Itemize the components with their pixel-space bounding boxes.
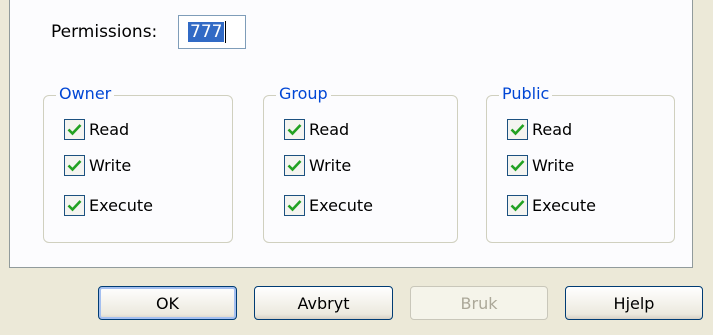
cancel-button[interactable]: Avbryt [254,286,393,320]
public-execute-label: Execute [532,195,596,215]
public-group-title: Public [499,84,553,103]
checkmark-icon [284,154,305,176]
owner-read-label: Read [89,119,130,139]
group-read-checkbox[interactable]: Read [284,117,349,141]
owner-read-checkbox[interactable]: Read [64,117,129,141]
permissions-panel: Permissions: 777 Owner Read Write Execut… [9,0,693,268]
permissions-value: 777 [188,21,225,42]
owner-group: Owner Read Write Execute [43,84,233,243]
public-group: Public Read Write Execute [486,84,675,243]
group-read-label: Read [309,119,350,139]
checkmark-icon [507,118,528,140]
public-execute-checkbox[interactable]: Execute [507,193,596,217]
checkmark-icon [284,118,305,140]
owner-execute-label: Execute [89,195,153,215]
help-button[interactable]: Hjelp [565,286,703,320]
group-group-title: Group [276,84,331,103]
group-group: Group Read Write Execute [263,84,458,243]
group-execute-checkbox[interactable]: Execute [284,193,373,217]
text-caret [225,21,227,43]
permissions-input[interactable]: 777 [178,15,246,49]
checkmark-icon [64,154,85,176]
ok-button[interactable]: OK [98,286,237,320]
group-write-label: Write [309,155,352,175]
apply-button[interactable]: Bruk [410,286,548,320]
checkmark-icon [507,194,528,216]
checkmark-icon [64,118,85,140]
checkmark-icon [284,194,305,216]
owner-write-label: Write [89,155,132,175]
owner-group-title: Owner [56,84,115,103]
owner-execute-checkbox[interactable]: Execute [64,193,153,217]
group-write-checkbox[interactable]: Write [284,153,351,177]
checkmark-icon [64,194,85,216]
owner-write-checkbox[interactable]: Write [64,153,131,177]
checkmark-icon [507,154,528,176]
public-read-label: Read [532,119,573,139]
public-read-checkbox[interactable]: Read [507,117,572,141]
public-write-label: Write [532,155,575,175]
permissions-label: Permissions: [51,22,158,42]
public-write-checkbox[interactable]: Write [507,153,574,177]
group-execute-label: Execute [309,195,373,215]
